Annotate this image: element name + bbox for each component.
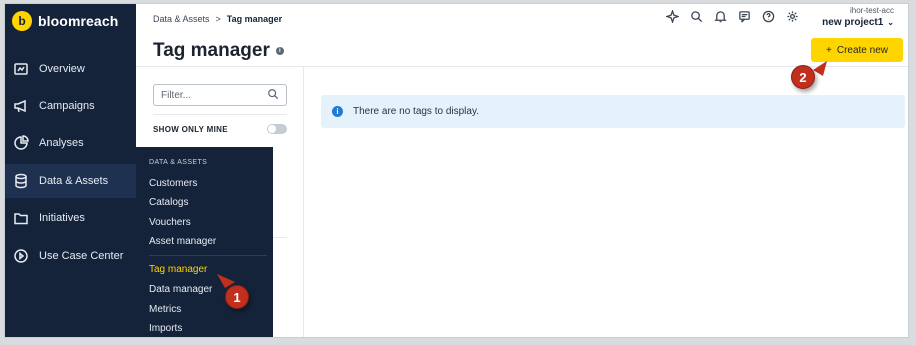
logo-mark: b <box>12 11 32 31</box>
account-switcher[interactable]: ihor-test-acc new project1 ⌄ <box>822 5 894 29</box>
pie-chart-icon <box>13 135 29 151</box>
help-icon[interactable] <box>762 10 775 23</box>
sidebar: b bloomreach Overview Campaigns Analyses <box>5 4 136 337</box>
flyout-item-catalogs[interactable]: Catalogs <box>149 197 188 208</box>
flyout-item-vouchers[interactable]: Vouchers <box>149 217 191 228</box>
page-title-text: Tag manager <box>153 40 270 61</box>
flyout-item-data-manager[interactable]: Data manager <box>149 284 212 295</box>
flyout-item-customers[interactable]: Customers <box>149 178 197 189</box>
breadcrumb-current: Tag manager <box>226 14 283 24</box>
sparkle-icon[interactable] <box>666 10 679 23</box>
search-icon <box>267 88 279 103</box>
show-only-mine-label: SHOW ONLY MINE <box>153 124 228 134</box>
sidebar-item-label: Campaigns <box>39 100 95 112</box>
info-icon: i <box>332 106 343 117</box>
database-icon <box>13 173 29 189</box>
create-new-label: Create new <box>836 44 888 56</box>
empty-state-banner: i There are no tags to display. <box>321 95 905 128</box>
sidebar-item-data-assets[interactable]: Data & Assets <box>5 164 136 198</box>
sidebar-item-initiatives[interactable]: Initiatives <box>5 201 136 235</box>
sidebar-item-overview[interactable]: Overview <box>5 52 136 86</box>
sidebar-item-label: Analyses <box>39 137 84 149</box>
chevron-down-icon: ⌄ <box>887 18 894 27</box>
sidebar-item-label: Initiatives <box>39 212 85 224</box>
folder-icon <box>13 210 29 226</box>
flyout-item-imports[interactable]: Imports <box>149 323 182 334</box>
step-2-badge: 2 <box>791 65 815 89</box>
banner-text: There are no tags to display. <box>353 106 479 117</box>
project-name-label: new project1 <box>822 17 884 28</box>
filter-divider <box>153 114 287 115</box>
megaphone-icon <box>13 98 29 114</box>
breadcrumb-separator: > <box>215 14 221 24</box>
settings-icon[interactable] <box>786 10 799 23</box>
flyout-divider <box>149 255 267 256</box>
logo[interactable]: b bloomreach <box>5 4 136 38</box>
info-icon[interactable]: i <box>275 47 284 55</box>
top-icon-group <box>666 10 799 23</box>
plus-icon: + <box>826 44 832 56</box>
flyout-item-asset-manager[interactable]: Asset manager <box>149 236 216 247</box>
data-assets-flyout-menu: DATA & ASSETS Customers Catalogs Voucher… <box>136 147 273 337</box>
chat-icon[interactable] <box>738 10 751 23</box>
flyout-heading: DATA & ASSETS <box>149 159 208 166</box>
top-bar: Data & Assets > Tag manager ihor-test-ac… <box>136 4 908 34</box>
filter-placeholder: Filter... <box>161 89 192 101</box>
project-name: new project1 ⌄ <box>822 17 894 29</box>
sidebar-item-analyses[interactable]: Analyses <box>5 126 136 160</box>
flyout-item-metrics[interactable]: Metrics <box>149 304 181 315</box>
overview-icon <box>13 61 29 77</box>
sidebar-item-label: Use Case Center <box>39 250 124 262</box>
sidebar-item-label: Data & Assets <box>39 175 109 187</box>
flyout-item-tag-manager[interactable]: Tag manager <box>149 264 207 275</box>
search-icon[interactable] <box>690 10 703 23</box>
sidebar-item-use-case-center[interactable]: Use Case Center <box>5 239 136 273</box>
step-1-badge: 1 <box>225 285 249 309</box>
show-only-mine-row: SHOW ONLY MINE <box>153 124 287 134</box>
filter-input[interactable]: Filter... <box>153 84 287 106</box>
breadcrumb-parent[interactable]: Data & Assets <box>153 14 210 24</box>
breadcrumb: Data & Assets > Tag manager <box>136 14 282 24</box>
sidebar-item-label: Overview <box>39 63 85 75</box>
play-circle-icon <box>13 248 29 264</box>
logo-text: bloomreach <box>38 13 119 29</box>
create-new-button[interactable]: + Create new <box>811 38 903 62</box>
show-only-mine-toggle[interactable] <box>267 124 287 134</box>
bell-icon[interactable] <box>714 10 727 23</box>
account-name: ihor-test-acc <box>849 6 894 15</box>
page-title: Tag manager i <box>153 40 284 62</box>
sidebar-item-campaigns[interactable]: Campaigns <box>5 89 136 123</box>
app-window: b bloomreach Overview Campaigns Analyses <box>4 3 909 338</box>
